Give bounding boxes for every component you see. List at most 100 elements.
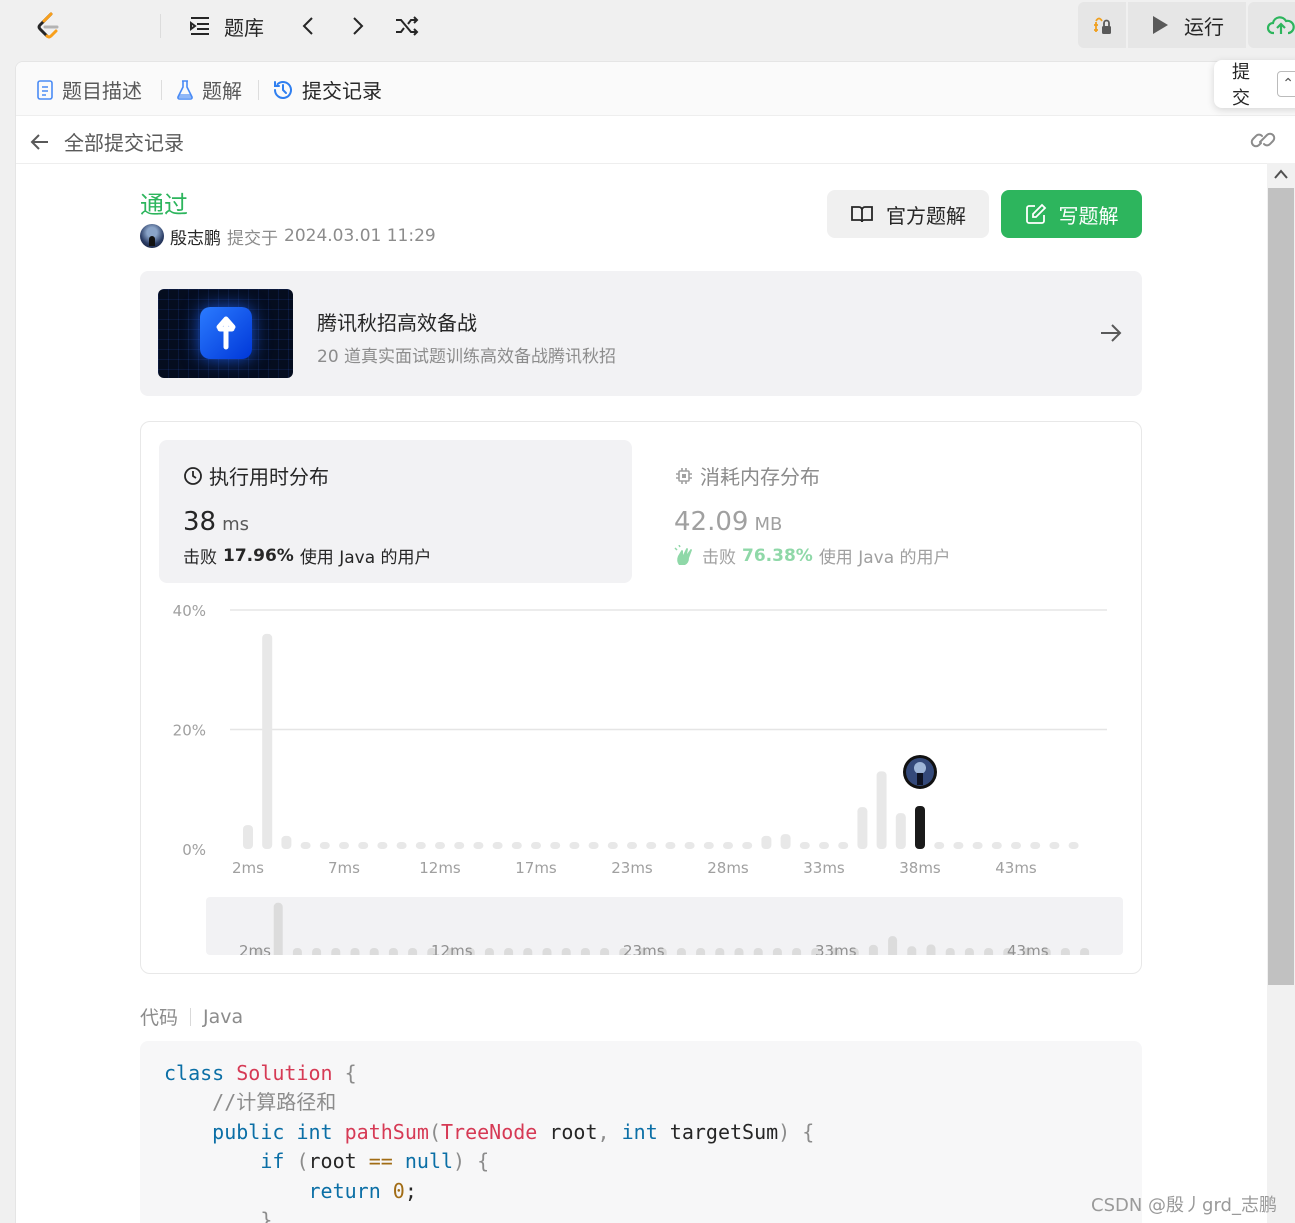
promo-banner[interactable] [140, 271, 1142, 396]
debug-button[interactable] [1078, 2, 1126, 48]
chart-bar[interactable] [243, 825, 253, 849]
problem-list-button[interactable]: 题库 [188, 11, 264, 41]
chart-range-selector[interactable]: 2ms 12ms 23ms 33ms 43ms [206, 897, 1123, 955]
chart-bar[interactable] [454, 842, 465, 849]
chart-bar[interactable] [684, 842, 695, 849]
chart-bar[interactable] [319, 842, 330, 849]
chart-bar[interactable] [934, 842, 945, 849]
chart-bar[interactable] [1068, 842, 1079, 849]
mini-chart-bar [600, 948, 610, 955]
chart-bar[interactable] [377, 842, 388, 849]
chart-bar[interactable] [703, 842, 714, 849]
scroll-thumb[interactable] [1268, 188, 1294, 985]
run-button[interactable]: 运行 [1128, 2, 1246, 48]
clock-icon [184, 466, 202, 485]
mini-chart-bar [734, 948, 744, 955]
link-icon[interactable] [1250, 128, 1276, 152]
chart-bar[interactable] [857, 807, 868, 849]
chart-bar[interactable] [300, 842, 311, 849]
official-solution-button[interactable]: 官方题解 [827, 190, 989, 238]
chart-bar[interactable] [665, 842, 676, 849]
code-block[interactable]: class Solution { //计算路径和 public int path… [140, 1041, 1142, 1223]
chart-bar[interactable] [991, 842, 1002, 849]
tab-submissions[interactable]: 提交记录 [272, 75, 382, 104]
submit-button[interactable] [1248, 2, 1295, 48]
chart-bar[interactable] [646, 842, 657, 849]
leetcode-logo-icon[interactable] [30, 8, 66, 44]
chart-bar[interactable] [435, 842, 445, 849]
scroll-up-arrow-icon[interactable] [1273, 167, 1289, 181]
avatar[interactable] [140, 224, 164, 248]
y-tick-label: 20% [173, 722, 206, 740]
chart-bar[interactable] [723, 842, 733, 849]
scrollbar[interactable] [1267, 163, 1295, 1223]
back-to-all-submissions[interactable]: 全部提交记录 [30, 127, 184, 156]
chart-bar[interactable] [339, 842, 349, 849]
tab-solutions-label: 题解 [202, 79, 242, 103]
chart-bar[interactable] [473, 842, 484, 849]
mini-chart-bar [273, 902, 283, 955]
chart-bar[interactable] [780, 834, 791, 849]
chart-bar[interactable] [281, 835, 292, 849]
mini-chart-bar [888, 936, 898, 955]
submit-time: 2024.03.01 11:29 [284, 226, 436, 246]
runtime-distribution-chart[interactable]: 0% 20% 40% 2ms 7ms 12ms 17ms 23ms 28ms 33ms 38ms 43… [160, 598, 1120, 888]
chart-bar[interactable] [358, 842, 369, 849]
chart-bar[interactable] [511, 842, 522, 849]
mini-chart-bar [984, 948, 994, 955]
chart-bar[interactable] [972, 842, 983, 849]
chart-bar[interactable] [492, 842, 503, 849]
prev-problem-button[interactable] [296, 11, 320, 41]
arrow-left-icon [30, 133, 48, 150]
tab-description[interactable]: 题目描述 [36, 75, 142, 104]
chart-bar-highlight[interactable] [915, 805, 925, 849]
mini-chart-bar [350, 948, 360, 955]
cloud-upload-icon [1266, 16, 1295, 35]
tab-bar: 题目描述 题解 提交记录 [16, 62, 1295, 116]
play-icon [1153, 16, 1168, 34]
chart-bar[interactable] [953, 842, 964, 849]
mini-chart-bar [292, 948, 302, 955]
chart-bar[interactable] [607, 842, 618, 849]
user-name[interactable]: 殷志鹏 [170, 224, 221, 249]
promo-image [158, 289, 293, 378]
chart-bar[interactable] [262, 633, 273, 849]
divider [160, 14, 161, 38]
chart-bar[interactable] [742, 842, 753, 849]
random-problem-button[interactable] [394, 11, 420, 41]
chart-bar[interactable] [799, 842, 810, 849]
runtime-beat-pct: 17.96% [223, 545, 294, 566]
chart-bar[interactable] [550, 842, 561, 849]
mini-chart-bar [523, 948, 533, 955]
mini-chart-bar [907, 946, 917, 955]
chart-bar[interactable] [415, 842, 426, 849]
chart-bar[interactable] [838, 842, 849, 849]
write-solution-button[interactable]: 写题解 [1001, 190, 1142, 238]
chart-bar[interactable] [876, 771, 887, 849]
chart-bar[interactable] [569, 842, 580, 849]
memory-title[interactable]: 消耗内存分布 [674, 461, 820, 490]
runtime-beat-prefix: 击败 [183, 548, 217, 568]
shortcut-key-icon: ⌃ [1277, 71, 1295, 97]
submit-tooltip: 提交 ⌃ [1214, 60, 1295, 109]
chart-bar[interactable] [1030, 842, 1041, 849]
my-submission-avatar[interactable] [903, 754, 937, 789]
memory-beat: 击败 76.38% 使用 Java 的用户 [674, 543, 951, 568]
chart-bar[interactable] [531, 842, 541, 849]
next-problem-button[interactable] [346, 11, 370, 41]
submit-tooltip-label: 提交 [1232, 62, 1250, 109]
chart-bar[interactable] [819, 842, 829, 849]
chart-bar[interactable] [627, 842, 637, 849]
mini-chart-bar [484, 948, 494, 955]
chart-bar[interactable] [396, 842, 407, 849]
chart-bar[interactable] [1011, 842, 1021, 849]
shuffle-icon [396, 16, 419, 36]
chart-bar[interactable] [588, 842, 599, 849]
chart-bar[interactable] [1049, 842, 1060, 849]
mini-x-tick-label: 33ms [815, 942, 857, 955]
x-tick-label: 17ms [515, 859, 557, 877]
tab-solutions[interactable]: 题解 [176, 75, 242, 104]
chart-bar[interactable] [761, 835, 772, 849]
arrow-right-icon[interactable] [1098, 320, 1124, 346]
chart-bar[interactable] [895, 813, 906, 849]
